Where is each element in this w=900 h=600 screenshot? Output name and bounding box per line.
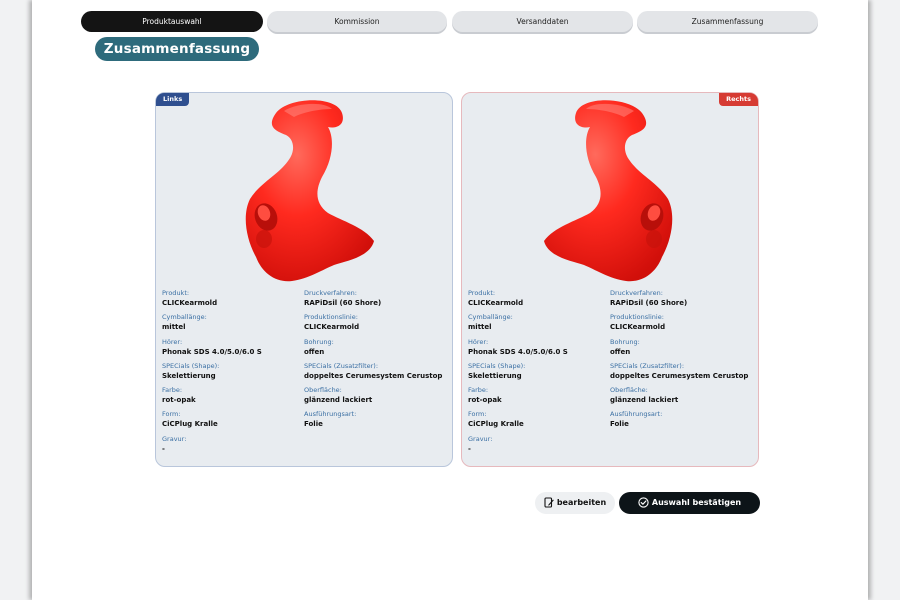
field-label: Form: [162, 410, 181, 419]
field-oberflaeche: Oberfläche: glänzend lackiert [610, 386, 750, 410]
field-label: Form: [468, 410, 487, 419]
field-label: Produkt: [162, 289, 190, 297]
field-label: Cymballänge: [468, 313, 513, 322]
confirm-button-label: Auswahl bestätigen [651, 498, 742, 507]
field-label: Druckverfahren: [610, 289, 663, 297]
field-value: glänzend lackiert [610, 396, 679, 405]
progress-stepper: Produktauswahl Kommission Versanddaten Z… [81, 11, 818, 55]
field-value: - [162, 444, 165, 453]
step-kommission[interactable]: Kommission [267, 11, 447, 32]
field-hoerer: Hörer: Phonak SDS 4.0/5.0/6.0 S [468, 338, 608, 362]
field-label: Cymballänge: [162, 313, 207, 322]
edit-document-icon [544, 497, 554, 508]
field-value: RAPiDsil (60 Shore) [304, 299, 382, 307]
field-ausfuehrungsart: Ausführungsart: Folie [304, 410, 444, 434]
red-earmold-left-icon [245, 100, 374, 282]
field-specials-zusatzfilter: SPECials (Zusatzfilter): doppeltes Cerume… [610, 362, 750, 386]
field-value: offen [610, 347, 631, 356]
field-farbe: Farbe: rot-opak [468, 386, 608, 410]
side-badge-links: Links [156, 93, 190, 106]
field-form: Form: CiCPlug Kralle [162, 410, 302, 434]
right-ear-card: Rechts Produkt: CLICKearmold Cymballänge… [461, 92, 759, 467]
field-label: Produkt: [468, 289, 496, 297]
field-value: Phonak SDS 4.0/5.0/6.0 S [468, 347, 568, 356]
field-druckverfahren: Druckverfahren: RAPiDsil (60 Shore) [304, 289, 444, 313]
field-label: Farbe: [162, 386, 183, 395]
field-value: offen [304, 347, 325, 356]
field-bohrung: Bohrung: offen [610, 338, 750, 362]
field-value: rot-opak [162, 396, 196, 405]
field-label: Bohrung: [304, 337, 334, 346]
page-title: Zusammenfassung [95, 37, 259, 61]
field-form: Form: CiCPlug Kralle [468, 410, 608, 434]
field-produktionslinie: Produktionslinie: CLICKearmold [304, 313, 444, 337]
field-label: SPECials (Shape): [162, 361, 220, 370]
field-specials-shape: SPECials (Shape): Skelettierung [162, 362, 302, 386]
field-label: Gravur: [162, 434, 187, 443]
field-value: mittel [468, 323, 492, 332]
field-value: CLICKearmold [162, 299, 218, 307]
field-hoerer: Hörer: Phonak SDS 4.0/5.0/6.0 S [162, 338, 302, 362]
field-value: CiCPlug Kralle [162, 420, 218, 429]
field-value: doppeltes Cerumesystem Cerustop [610, 371, 749, 380]
field-farbe: Farbe: rot-opak [162, 386, 302, 410]
field-gravur: Gravur: - [162, 435, 302, 459]
field-label: Hörer: [162, 337, 183, 346]
field-label: Oberfläche: [304, 386, 342, 395]
confirm-selection-button[interactable]: Auswahl bestätigen [619, 492, 760, 514]
field-value: mittel [162, 323, 186, 332]
field-label: Ausführungsart: [304, 410, 357, 419]
field-bohrung: Bohrung: offen [304, 338, 444, 362]
field-value: glänzend lackiert [304, 396, 373, 405]
field-label: SPECials (Shape): [468, 361, 526, 370]
field-value: CLICKearmold [304, 323, 360, 332]
field-gravur: Gravur: - [468, 435, 608, 459]
edit-button[interactable]: bearbeiten [535, 492, 615, 514]
step-versanddaten[interactable]: Versanddaten [452, 11, 633, 32]
left-ear-card: Links Produkt: CLICKearmold Cymballänge: m… [155, 92, 453, 467]
field-cymballaenge: Cymballänge: mittel [162, 313, 302, 337]
field-value: Phonak SDS 4.0/5.0/6.0 S [162, 347, 262, 356]
step-produktauswahl[interactable]: Produktauswahl [81, 11, 263, 32]
field-label: Produktionslinie: [610, 313, 664, 322]
field-value: - [468, 444, 471, 453]
summary-page: Produktauswahl Kommission Versanddaten Z… [32, 0, 868, 600]
field-value: RAPiDsil (60 Shore) [610, 299, 688, 307]
field-label: Ausführungsart: [610, 410, 663, 419]
field-label: Farbe: [468, 386, 489, 395]
field-oberflaeche: Oberfläche: glänzend lackiert [304, 386, 444, 410]
field-label: SPECials (Zusatzfilter): [304, 361, 379, 370]
field-label: Druckverfahren: [304, 289, 357, 297]
field-value: Skelettierung [468, 371, 522, 380]
field-value: Skelettierung [162, 371, 216, 380]
field-label: Hörer: [468, 337, 489, 346]
field-specials-shape: SPECials (Shape): Skelettierung [468, 362, 608, 386]
field-label: Produktionslinie: [304, 313, 358, 322]
field-label: Oberfläche: [610, 386, 648, 395]
field-cymballaenge: Cymballänge: mittel [468, 313, 608, 337]
field-value: Folie [610, 420, 629, 429]
field-ausfuehrungsart: Ausführungsart: Folie [610, 410, 750, 434]
field-specials-zusatzfilter: SPECials (Zusatzfilter): doppeltes Cerume… [304, 362, 444, 386]
field-value: CLICKearmold [468, 299, 524, 307]
side-badge-rechts: Rechts [719, 93, 758, 106]
step-zusammenfassung[interactable]: Zusammenfassung [637, 11, 818, 32]
edit-button-label: bearbeiten [556, 498, 607, 507]
field-value: CLICKearmold [610, 323, 666, 332]
field-produkt: Produkt: CLICKearmold [162, 289, 302, 313]
field-label: Bohrung: [610, 337, 640, 346]
red-earmold-right-icon [544, 100, 673, 282]
field-produkt: Produkt: CLICKearmold [468, 289, 608, 313]
check-circle-icon [638, 497, 649, 508]
field-value: doppeltes Cerumesystem Cerustop [304, 371, 443, 380]
field-value: Folie [304, 420, 323, 429]
field-label: SPECials (Zusatzfilter): [610, 361, 685, 370]
field-label: Gravur: [468, 434, 493, 443]
field-value: CiCPlug Kralle [468, 420, 524, 429]
field-value: rot-opak [468, 396, 502, 405]
field-druckverfahren: Druckverfahren: RAPiDsil (60 Shore) [610, 289, 750, 313]
field-produktionslinie: Produktionslinie: CLICKearmold [610, 313, 750, 337]
